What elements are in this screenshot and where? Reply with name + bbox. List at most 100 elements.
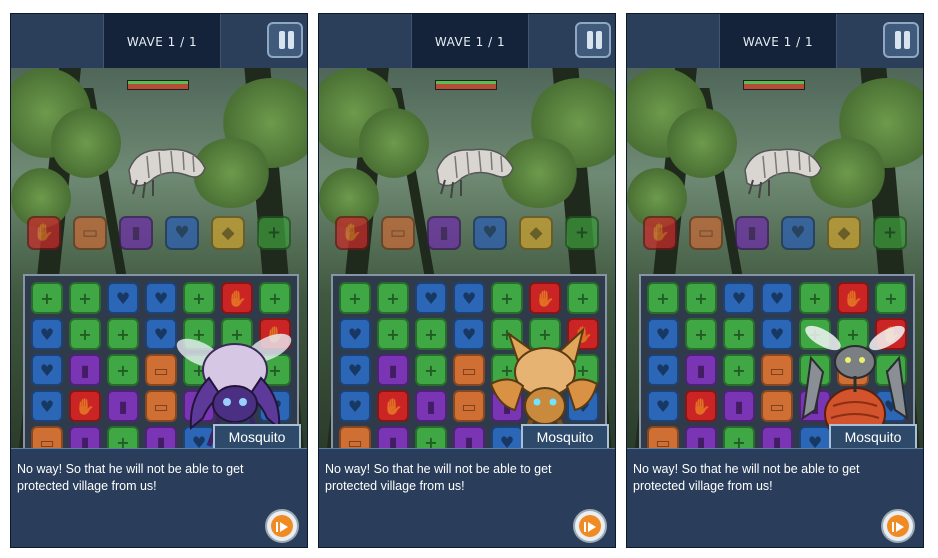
pause-icon: [587, 31, 593, 49]
tile[interactable]: +: [415, 426, 447, 448]
tile[interactable]: +: [685, 318, 717, 350]
top-bar: WAVE 1 / 1: [319, 14, 615, 70]
dialog-box: No way! So that he will not be able to g…: [627, 448, 923, 547]
monster-nameplate: Mosquito: [829, 424, 917, 450]
tile[interactable]: ♥: [145, 282, 177, 314]
tile[interactable]: +: [259, 282, 291, 314]
tile[interactable]: +: [339, 282, 371, 314]
tile[interactable]: ▮: [69, 354, 101, 386]
tile[interactable]: ✋: [221, 282, 253, 314]
tile[interactable]: ▮: [69, 426, 101, 448]
tile[interactable]: +: [31, 282, 63, 314]
tile[interactable]: +: [107, 426, 139, 448]
tile[interactable]: +: [723, 354, 755, 386]
tile[interactable]: ♥: [31, 318, 63, 350]
tile[interactable]: ▮: [415, 390, 447, 422]
tile[interactable]: ▮: [377, 354, 409, 386]
tile[interactable]: ▮: [761, 426, 793, 448]
tile[interactable]: ♥: [761, 318, 793, 350]
dialog-text: No way! So that he will not be able to g…: [325, 462, 552, 493]
tile[interactable]: ♥: [339, 390, 371, 422]
tile[interactable]: ♥: [339, 318, 371, 350]
diamond-icon: ◆: [519, 216, 553, 250]
top-bar: WAVE 1 / 1: [627, 14, 923, 70]
tile[interactable]: ▮: [107, 390, 139, 422]
mana-slots: ✋ ▭ ▮ ♥ ◆ +: [643, 216, 915, 256]
mana-slots: ✋ ▭ ▮ ♥ ◆ +: [27, 216, 299, 256]
larva-enemy: [744, 148, 822, 199]
dialog-text: No way! So that he will not be able to g…: [633, 462, 860, 493]
tile[interactable]: +: [107, 318, 139, 350]
tile[interactable]: +: [377, 282, 409, 314]
tile[interactable]: ✋: [377, 390, 409, 422]
wave-indicator: WAVE 1 / 1: [103, 14, 221, 70]
tile[interactable]: +: [647, 282, 679, 314]
vest-icon: ▭: [689, 216, 723, 250]
tile[interactable]: ✋: [69, 390, 101, 422]
tile[interactable]: ♥: [31, 390, 63, 422]
tile[interactable]: +: [415, 318, 447, 350]
tile[interactable]: ♥: [31, 354, 63, 386]
tile[interactable]: ♥: [107, 282, 139, 314]
tile[interactable]: ▮: [723, 390, 755, 422]
tile[interactable]: +: [183, 282, 215, 314]
tile[interactable]: +: [685, 282, 717, 314]
tile[interactable]: ♥: [647, 390, 679, 422]
tile[interactable]: +: [723, 426, 755, 448]
plus-icon: +: [873, 216, 907, 250]
next-arrow-icon: [276, 522, 288, 532]
tile[interactable]: ▮: [685, 426, 717, 448]
tile[interactable]: +: [69, 282, 101, 314]
battle-scene: ✋ ▭ ▮ ♥ ◆ + + + ♥ ♥ + ✋ + ♥ + + ♥ + + ✋ …: [319, 68, 615, 448]
tile[interactable]: +: [875, 282, 907, 314]
tile[interactable]: ✋: [529, 282, 561, 314]
next-button[interactable]: [265, 509, 299, 543]
heart-shield-icon: ♥: [165, 216, 199, 250]
pause-button[interactable]: [267, 22, 303, 58]
game-panel-1: WAVE 1 / 1 ✋ ▭ ▮ ♥ ◆ + + + ♥ ♥ + ✋ + ♥ +…: [10, 13, 308, 548]
tile[interactable]: ✋: [837, 282, 869, 314]
tile[interactable]: ▭: [339, 426, 371, 448]
pause-icon: [279, 31, 285, 49]
larva-enemy: [128, 148, 206, 199]
wave-indicator: WAVE 1 / 1: [719, 14, 837, 70]
top-bar: WAVE 1 / 1: [11, 14, 307, 70]
tile[interactable]: ▮: [685, 354, 717, 386]
tile[interactable]: ♥: [415, 282, 447, 314]
tile[interactable]: ♥: [647, 318, 679, 350]
wave-indicator: WAVE 1 / 1: [411, 14, 529, 70]
tile[interactable]: +: [377, 318, 409, 350]
tile[interactable]: +: [415, 354, 447, 386]
game-panel-3: WAVE 1 / 1 ✋ ▭ ▮ ♥ ◆ + + + ♥ ♥ + ✋ + ♥ +…: [626, 13, 924, 548]
tile[interactable]: +: [491, 282, 523, 314]
tile[interactable]: ✋: [685, 390, 717, 422]
dialog-text: No way! So that he will not be able to g…: [17, 462, 244, 493]
tile[interactable]: ♥: [761, 282, 793, 314]
tile[interactable]: +: [567, 282, 599, 314]
enemy-health-bar: [743, 80, 805, 90]
tile[interactable]: ♥: [339, 354, 371, 386]
tile[interactable]: ▭: [647, 426, 679, 448]
pause-button[interactable]: [575, 22, 611, 58]
tile[interactable]: ▭: [761, 354, 793, 386]
tile[interactable]: ♥: [723, 282, 755, 314]
tile[interactable]: +: [723, 318, 755, 350]
tile[interactable]: ♥: [453, 282, 485, 314]
tile[interactable]: +: [799, 282, 831, 314]
battle-scene: ✋ ▭ ▮ ♥ ◆ + + + ♥ ♥ + ✋ + ♥ + + ♥ + + ✋ …: [11, 68, 307, 448]
potion-icon: ▮: [119, 216, 153, 250]
hand-icon: ✋: [27, 216, 61, 250]
tile[interactable]: ♥: [647, 354, 679, 386]
potion-icon: ▮: [735, 216, 769, 250]
diamond-icon: ◆: [827, 216, 861, 250]
vest-icon: ▭: [381, 216, 415, 250]
tile[interactable]: ▭: [761, 390, 793, 422]
tile[interactable]: ▮: [377, 426, 409, 448]
next-button[interactable]: [881, 509, 915, 543]
tile[interactable]: +: [69, 318, 101, 350]
tile[interactable]: +: [107, 354, 139, 386]
pause-button[interactable]: [883, 22, 919, 58]
next-button[interactable]: [573, 509, 607, 543]
mana-slots: ✋ ▭ ▮ ♥ ◆ +: [335, 216, 607, 256]
tile[interactable]: ▭: [31, 426, 63, 448]
